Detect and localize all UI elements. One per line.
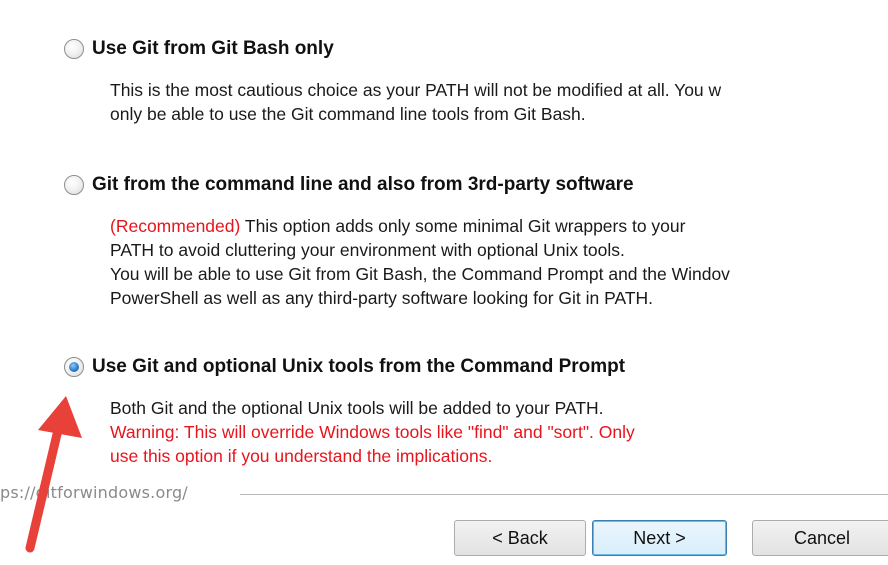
description-line: PowerShell as well as any third-party so…: [110, 288, 654, 308]
option-git-bash-only: Use Git from Git Bash only This is the m…: [64, 36, 721, 126]
description-text: This option adds only some minimal Git w…: [240, 216, 686, 236]
option-label[interactable]: Use Git from Git Bash only: [92, 38, 334, 60]
footer-divider: [240, 494, 888, 496]
description-line: This is the most cautious choice as your…: [110, 80, 722, 100]
option-label[interactable]: Use Git and optional Unix tools from the…: [92, 356, 625, 378]
option-head[interactable]: Use Git from Git Bash only: [64, 36, 721, 62]
recommended-tag: (Recommended): [110, 216, 241, 236]
footer-url[interactable]: ps://gitforwindows.org/: [0, 483, 194, 502]
warning-line: Warning: This will override Windows tool…: [110, 422, 635, 442]
option-head[interactable]: Git from the command line and also from …: [64, 172, 730, 198]
option-description: This is the most cautious choice as your…: [110, 78, 721, 126]
cancel-button[interactable]: Cancel: [752, 520, 888, 556]
option-git-command-line-3rd-party: Git from the command line and also from …: [64, 172, 730, 310]
radio-git-command-line-3rd-party[interactable]: [64, 175, 84, 195]
option-label[interactable]: Git from the command line and also from …: [92, 174, 634, 196]
radio-git-bash-only[interactable]: [64, 39, 84, 59]
description-line: only be able to use the Git command line…: [110, 104, 586, 124]
next-button[interactable]: Next >: [592, 520, 727, 556]
back-button[interactable]: < Back: [454, 520, 586, 556]
option-head[interactable]: Use Git and optional Unix tools from the…: [64, 354, 635, 380]
description-line: (Recommended) This option adds only some…: [110, 214, 730, 238]
footer-url-row: ps://gitforwindows.org/: [0, 483, 888, 502]
option-description: Both Git and the optional Unix tools wil…: [110, 396, 635, 468]
description-line: PATH to avoid cluttering your environmen…: [110, 240, 625, 260]
radio-git-and-unix-tools[interactable]: [64, 357, 84, 377]
option-git-and-unix-tools: Use Git and optional Unix tools from the…: [64, 354, 635, 468]
option-description: (Recommended) This option adds only some…: [110, 214, 730, 310]
git-setup-path-page: Use Git from Git Bash only This is the m…: [0, 0, 888, 565]
warning-line: use this option if you understand the im…: [110, 446, 493, 466]
description-line: Both Git and the optional Unix tools wil…: [110, 398, 604, 418]
description-line: You will be able to use Git from Git Bas…: [110, 264, 730, 284]
